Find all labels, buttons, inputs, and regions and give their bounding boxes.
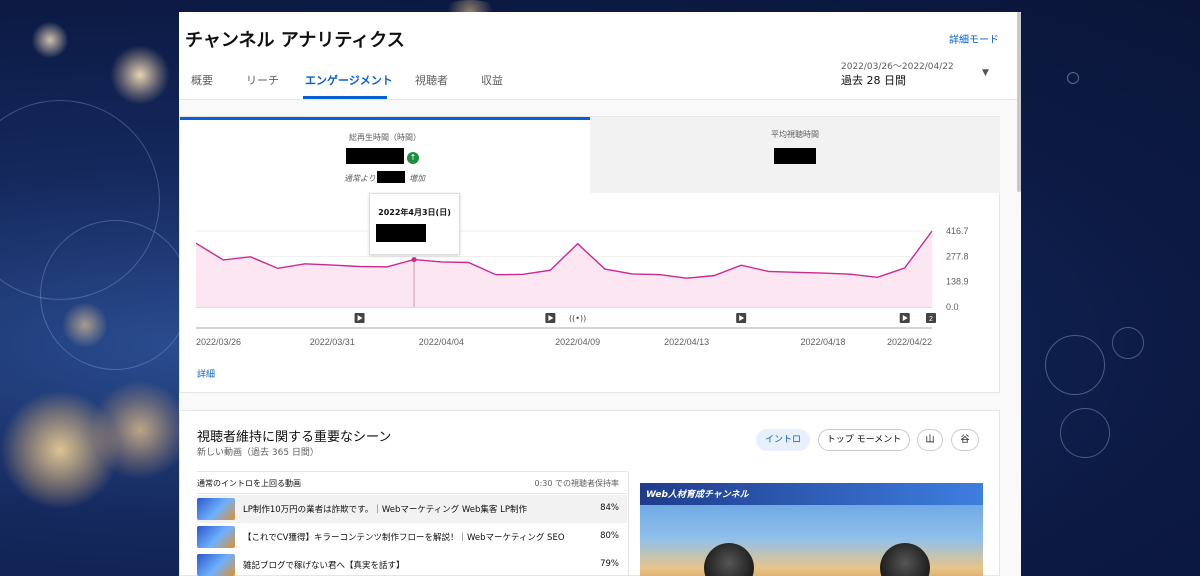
table-row[interactable]: 【これでCV獲得】キラーコンテンツ制作フローを解説！｜Webマーケティング SE… (197, 523, 627, 551)
arrow-up-icon: ↑ (407, 152, 419, 164)
tab-revenue[interactable]: 収益 (481, 72, 503, 88)
redacted-value (346, 148, 404, 164)
live-icon: ((•)) (569, 314, 586, 323)
x-tick-label: 2022/04/22 (887, 337, 932, 347)
table-row[interactable]: LP制作10万円の業者は詐欺です。｜Webマーケティング Web集客 LP制作 … (197, 495, 627, 523)
metric-avg-view-duration[interactable]: 平均視聴時間 (590, 117, 1000, 193)
y-tick-label: 138.9 (946, 277, 969, 287)
video-preview[interactable]: Web人材育成チャンネル (640, 483, 983, 576)
column-header-retention: 0:30 での視聴者保持率 (534, 479, 619, 488)
page-title: チャンネル アナリティクス (185, 30, 405, 51)
video-title: 【これでCV獲得】キラーコンテンツ制作フローを解説！｜Webマーケティング SE… (243, 533, 565, 543)
watch-time-chart[interactable]: 0.0 138.9 277.8 416.7 ((•)) 2 2022/03/26 2022/0… (180, 193, 1000, 363)
active-tab-indicator (303, 96, 387, 99)
engagement-card: 総再生時間（時間） ↑ 通常より 増加 平均視聴時間 0.0 138.9 277.8… (179, 116, 1000, 393)
divider (628, 471, 629, 576)
video-thumbnail (197, 554, 235, 576)
tab-audience[interactable]: 視聴者 (415, 72, 448, 88)
chevron-down-icon[interactable]: ▼ (982, 68, 989, 78)
bokeh-light (60, 300, 110, 350)
video-title: 雑記ブログで稼げない君へ【真実を話す】 (243, 561, 405, 571)
x-tick-label: 2022/04/13 (664, 337, 709, 347)
x-tick-label: 2022/04/09 (555, 337, 600, 347)
metric-total-watch-time[interactable]: 総再生時間（時間） ↑ 通常より 増加 (180, 117, 590, 193)
note-prefix: 通常より (344, 174, 376, 183)
y-tick-label: 416.7 (946, 226, 969, 236)
bokeh-ring (1067, 72, 1079, 84)
tab-engagement[interactable]: エンゲージメント (305, 72, 393, 88)
bokeh-light (90, 380, 190, 480)
retention-table-header: 通常のイントロを上回る動画 0:30 での視聴者保持率 (197, 471, 627, 494)
retention-pct: 84% (600, 503, 619, 513)
bokeh-ring (0, 100, 160, 300)
chip-top-moments[interactable]: トップ モーメント (818, 429, 910, 451)
x-tick-label: 2022/03/31 (310, 337, 355, 347)
person-image (704, 543, 754, 576)
analytics-panel: チャンネル アナリティクス 詳細モード 概要 リーチ エンゲージメント 視聴者 … (179, 12, 1021, 576)
bokeh-ring (40, 220, 190, 370)
bokeh-light (110, 45, 170, 105)
x-tick-label: 2022/04/04 (419, 337, 464, 347)
series-area (196, 231, 932, 307)
bokeh-ring (1112, 327, 1144, 359)
tooltip-date: 2022年4月3日(日) (378, 208, 451, 217)
y-tick-label: 0.0 (946, 302, 959, 312)
date-period-label[interactable]: 過去 28 日間 (841, 72, 906, 88)
x-tick-label: 2022/04/18 (800, 337, 845, 347)
header: チャンネル アナリティクス 詳細モード 概要 リーチ エンゲージメント 視聴者 … (179, 12, 1021, 100)
person-image (880, 543, 930, 576)
video-thumbnail (197, 498, 235, 520)
data-point (411, 257, 417, 263)
metric-label: 総再生時間（時間） (349, 133, 421, 142)
tab-overview[interactable]: 概要 (191, 72, 213, 88)
preview-banner: Web人材育成チャンネル (640, 483, 983, 505)
tab-reach[interactable]: リーチ (246, 72, 279, 88)
metric-label: 平均視聴時間 (771, 130, 819, 139)
retention-subtitle: 新しい動画（過去 365 日間） (197, 448, 319, 458)
bokeh-ring (1045, 335, 1105, 395)
redacted-value (376, 224, 426, 242)
retention-title: 視聴者維持に関する重要なシーン (197, 430, 392, 445)
bokeh-ring (1060, 408, 1110, 458)
note-suffix: 増加 (409, 174, 425, 183)
retention-card: 視聴者維持に関する重要なシーン 新しい動画（過去 365 日間） イントロ トッ… (179, 410, 1000, 576)
retention-pct: 79% (600, 559, 619, 569)
table-row[interactable]: 雑記ブログで稼げない君へ【真実を話す】 79% (197, 551, 627, 576)
detail-mode-link[interactable]: 詳細モード (949, 31, 999, 46)
bokeh-light (0, 390, 120, 510)
details-link[interactable]: 詳細 (197, 367, 215, 380)
x-tick-label: 2022/03/26 (196, 337, 241, 347)
chart-tooltip: 2022年4月3日(日) (369, 193, 460, 255)
video-title: LP制作10万円の業者は詐欺です。｜Webマーケティング Web集客 LP制作 (243, 505, 527, 515)
y-tick-label: 277.8 (946, 251, 969, 261)
scrollbar[interactable] (1017, 12, 1021, 192)
redacted-value (774, 148, 816, 164)
column-header-video: 通常のイントロを上回る動画 (197, 479, 301, 488)
bokeh-light (30, 20, 70, 60)
chip-valleys[interactable]: 谷 (951, 429, 979, 451)
retention-pct: 80% (600, 531, 619, 541)
date-range[interactable]: 2022/03/26〜2022/04/22 (841, 59, 954, 72)
chip-peaks[interactable]: 山 (917, 429, 943, 451)
chip-intro[interactable]: イントロ (756, 429, 810, 451)
redacted-value (377, 171, 405, 183)
video-thumbnail (197, 526, 235, 548)
preview-title: Web人材育成チャンネル (646, 490, 749, 500)
marker-count-label: 2 (929, 316, 933, 323)
